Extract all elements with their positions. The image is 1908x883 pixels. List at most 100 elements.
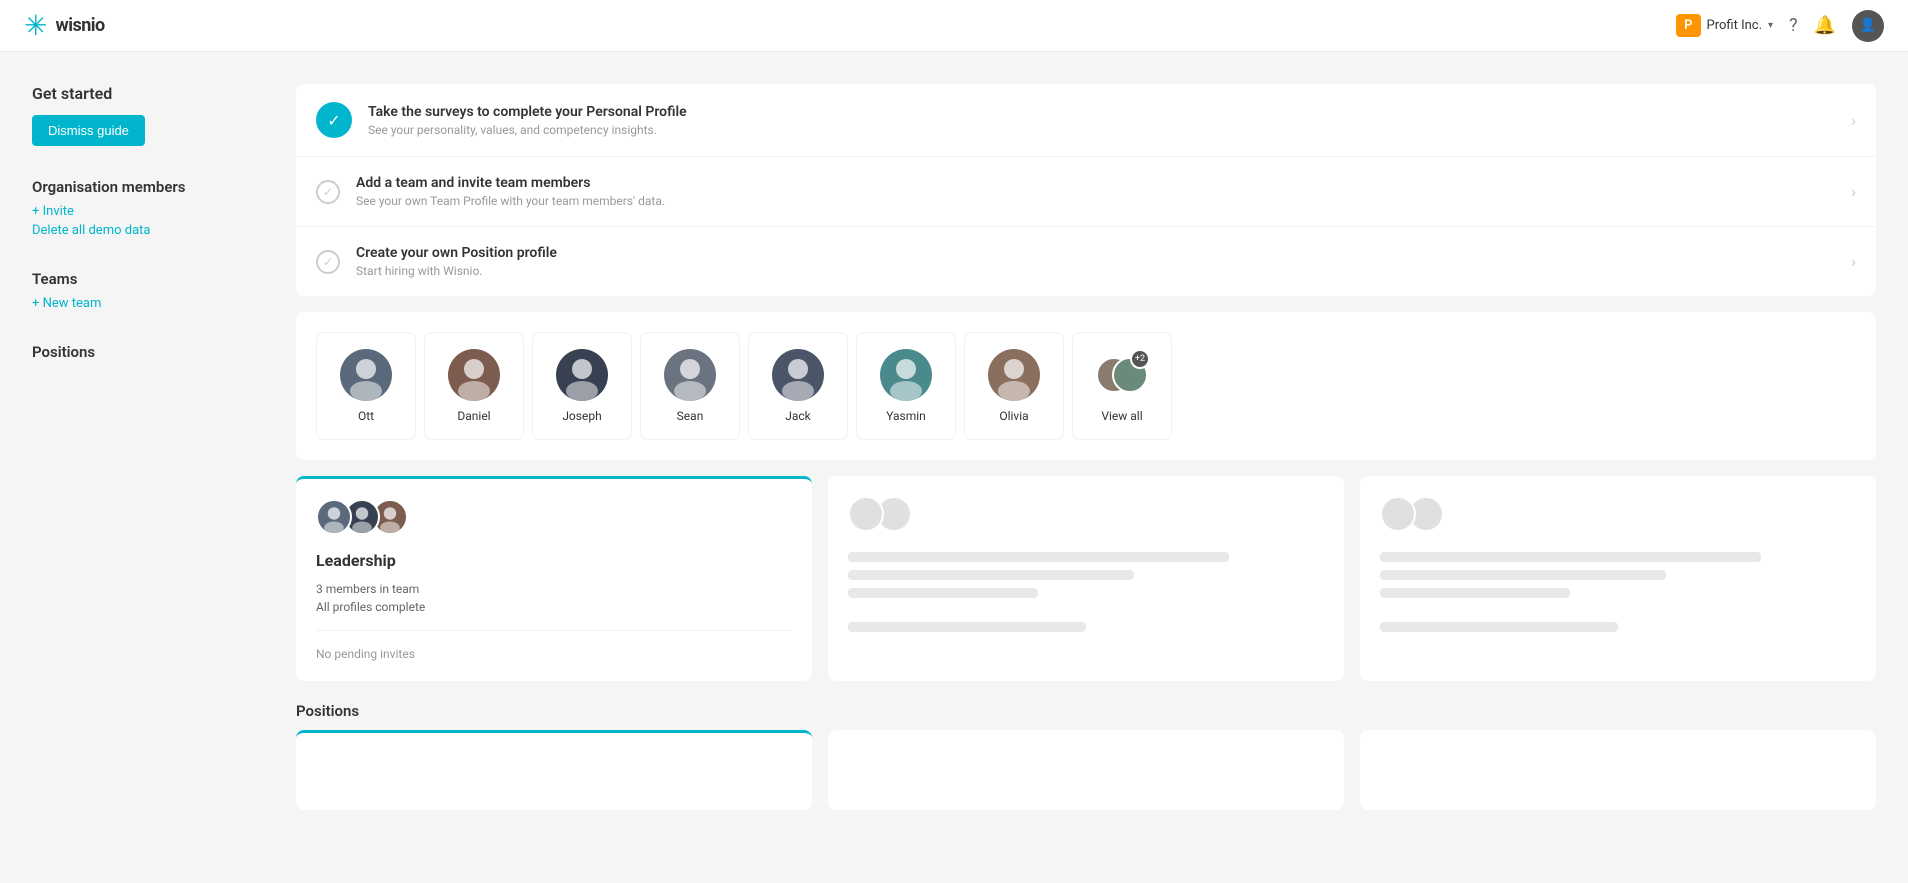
member-card-daniel[interactable]: Daniel <box>424 332 524 440</box>
logo-icon: ✳ <box>24 9 47 42</box>
get-started-card: ✓ Take the surveys to complete your Pers… <box>296 84 1876 296</box>
team-name-leadership: Leadership <box>316 551 792 570</box>
invite-link[interactable]: + Invite <box>32 204 248 219</box>
member-card-olivia[interactable]: Olivia <box>964 332 1064 440</box>
placeholder-line-2d <box>848 622 1086 632</box>
gs-item-survey-title: Take the surveys to complete your Person… <box>368 104 1851 120</box>
logo[interactable]: ✳ wisnio <box>24 9 105 42</box>
positions-section-title: Positions <box>296 702 359 720</box>
members-grid: Ott Daniel Joseph <box>316 332 1856 440</box>
placeholder-line-2b <box>848 570 1134 580</box>
plus-badge: +2 <box>1130 349 1150 369</box>
company-switcher[interactable]: P Profit Inc. ▾ <box>1676 14 1773 37</box>
notifications-icon[interactable]: 🔔 <box>1814 15 1836 36</box>
view-all-avatar-stack: +2 <box>1096 349 1148 401</box>
positions-grid <box>296 730 1876 810</box>
gs-item-team[interactable]: ✓ Add a team and invite team members See… <box>296 157 1876 227</box>
avatar-daniel <box>448 349 500 401</box>
team-card-placeholder-3 <box>1360 476 1876 681</box>
member-card-joseph[interactable]: Joseph <box>532 332 632 440</box>
view-all-label: View all <box>1101 409 1142 423</box>
user-avatar[interactable]: 👤 <box>1852 10 1884 42</box>
avatar-jack <box>772 349 824 401</box>
help-icon[interactable]: ? <box>1789 15 1798 36</box>
new-team-link[interactable]: + New team <box>32 296 248 311</box>
avatar-yasmin <box>880 349 932 401</box>
gs-item-position-text: Create your own Position profile Start h… <box>356 245 1851 278</box>
chevron-right-icon: › <box>1851 111 1856 130</box>
member-name-joseph: Joseph <box>562 409 601 423</box>
placeholder-line-2c <box>848 588 1038 598</box>
dismiss-guide-button[interactable]: Dismiss guide <box>32 115 145 146</box>
teams-label: Teams <box>32 270 248 288</box>
logo-text: wisnio <box>55 15 104 36</box>
org-members-label: Organisation members <box>32 178 248 196</box>
placeholder-line-3a <box>1380 552 1761 562</box>
placeholder-avatars-3 <box>1380 496 1856 532</box>
get-started-title: Get started <box>32 84 248 103</box>
position-card-2 <box>828 730 1344 810</box>
get-started-section: Get started Dismiss guide <box>32 84 248 146</box>
teams-sidebar-section: Teams + New team <box>32 270 248 311</box>
gs-item-position-subtitle: Start hiring with Wisnio. <box>356 264 1851 278</box>
member-name-olivia: Olivia <box>999 409 1028 423</box>
gs-item-survey-subtitle: See your personality, values, and compet… <box>368 123 1851 137</box>
placeholder-avatars-2 <box>848 496 1324 532</box>
placeholder-line-2a <box>848 552 1229 562</box>
check-circle-icon: ✓ <box>316 102 352 138</box>
team-members-count: 3 members in team <box>316 582 792 596</box>
team-pending-invites: No pending invites <box>316 647 792 661</box>
member-name-jack: Jack <box>785 409 811 423</box>
gs-item-position[interactable]: ✓ Create your own Position profile Start… <box>296 227 1876 296</box>
company-initial-badge: P <box>1676 14 1700 37</box>
header: ✳ wisnio P Profit Inc. ▾ ? 🔔 👤 <box>0 0 1908 52</box>
team-card-leadership[interactable]: Leadership 3 members in team All profile… <box>296 476 812 681</box>
avatar-olivia <box>988 349 1040 401</box>
unchecked-circle-icon: ✓ <box>316 250 340 274</box>
unchecked-circle-icon: ✓ <box>316 180 340 204</box>
view-all-card[interactable]: +2 View all <box>1072 332 1172 440</box>
member-card-ott[interactable]: Ott <box>316 332 416 440</box>
member-name-sean: Sean <box>677 409 704 423</box>
team-profiles-status: All profiles complete <box>316 600 792 614</box>
placeholder-line-3b <box>1380 570 1666 580</box>
company-name: Profit Inc. <box>1707 18 1763 33</box>
member-card-sean[interactable]: Sean <box>640 332 740 440</box>
org-members-section: Ott Daniel Joseph <box>296 312 1876 460</box>
member-card-jack[interactable]: Jack <box>748 332 848 440</box>
sidebar: Get started Dismiss guide Organisation m… <box>0 52 280 883</box>
avatar-joseph <box>556 349 608 401</box>
header-right: P Profit Inc. ▾ ? 🔔 👤 <box>1676 10 1884 42</box>
team-avatar-1 <box>316 499 352 535</box>
gs-item-survey[interactable]: ✓ Take the surveys to complete your Pers… <box>296 84 1876 157</box>
teams-grid: Leadership 3 members in team All profile… <box>296 476 1876 681</box>
gs-item-team-subtitle: See your own Team Profile with your team… <box>356 194 1851 208</box>
gs-item-survey-text: Take the surveys to complete your Person… <box>368 104 1851 137</box>
placeholder-line-3d <box>1380 622 1618 632</box>
team-divider <box>316 630 792 631</box>
chevron-right-icon: › <box>1851 252 1856 271</box>
chevron-right-icon: › <box>1851 182 1856 201</box>
positions-label: Positions <box>32 343 248 361</box>
delete-demo-link[interactable]: Delete all demo data <box>32 223 248 238</box>
positions-section-label: Positions <box>296 701 1876 720</box>
member-name-daniel: Daniel <box>457 409 490 423</box>
placeholder-avatar-3a <box>1380 496 1416 532</box>
gs-item-team-title: Add a team and invite team members <box>356 175 1851 191</box>
avatar-sean <box>664 349 716 401</box>
org-members-sidebar-section: Organisation members + Invite Delete all… <box>32 178 248 238</box>
chevron-down-icon: ▾ <box>1768 20 1773 31</box>
member-card-yasmin[interactable]: Yasmin <box>856 332 956 440</box>
member-name-yasmin: Yasmin <box>886 409 926 423</box>
page-body: Get started Dismiss guide Organisation m… <box>0 52 1908 883</box>
placeholder-line-3c <box>1380 588 1570 598</box>
gs-item-position-title: Create your own Position profile <box>356 245 1851 261</box>
position-card-1 <box>296 730 812 810</box>
member-name-ott: Ott <box>358 409 374 423</box>
team-avatar-stack <box>316 499 792 535</box>
main-content: ✓ Take the surveys to complete your Pers… <box>280 52 1908 883</box>
gs-item-team-text: Add a team and invite team members See y… <box>356 175 1851 208</box>
team-card-placeholder-2 <box>828 476 1344 681</box>
position-card-3 <box>1360 730 1876 810</box>
positions-sidebar-section: Positions <box>32 343 248 361</box>
